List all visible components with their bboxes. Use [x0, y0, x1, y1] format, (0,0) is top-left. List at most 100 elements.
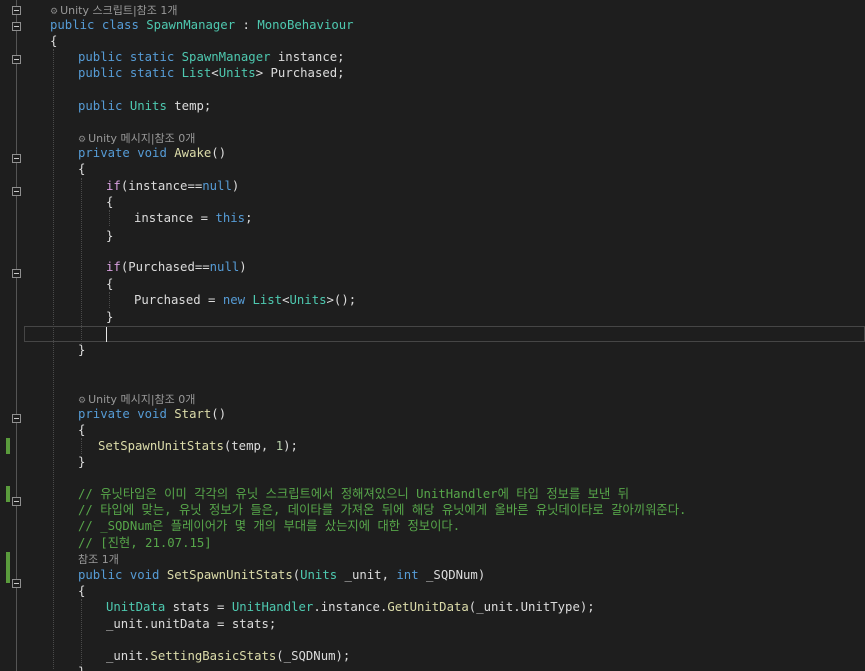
code-token: if: [106, 179, 121, 193]
code-token: (_SQDNum);: [276, 649, 351, 663]
collapse-toggle[interactable]: [12, 187, 21, 196]
code-token: Purchased =: [134, 293, 223, 307]
code-token: public: [78, 66, 123, 80]
indent-guide: [109, 210, 110, 226]
code-line: public class SpawnManager : MonoBehaviou…: [50, 17, 354, 33]
code-token: >();: [326, 293, 357, 307]
collapse-toggle[interactable]: [12, 22, 21, 31]
code-token: );: [283, 439, 298, 453]
code-line: public Units temp;: [78, 98, 211, 114]
code-line: {: [78, 583, 85, 599]
editor-gutter: [0, 0, 24, 671]
code-line: {: [50, 33, 57, 49]
code-line: {: [106, 276, 113, 292]
code-token: (: [292, 568, 301, 582]
code-token: }: [78, 455, 86, 469]
code-token: > Purchased;: [255, 66, 345, 80]
code-token: Units: [300, 568, 338, 582]
codelens-text: 참조 1개: [78, 553, 119, 566]
code-token: private: [78, 407, 130, 421]
code-line: SetSpawnUnitStats(temp, 1);: [98, 438, 298, 454]
code-token: }: [78, 343, 86, 357]
code-token: SpawnManager: [181, 50, 271, 64]
code-token: int: [396, 568, 419, 582]
code-token: }: [106, 229, 114, 243]
change-indicator: [6, 486, 10, 502]
code-token: _SQDNum): [418, 568, 486, 582]
unity-gear-icon: ⚙: [78, 396, 87, 406]
collapse-toggle[interactable]: [12, 414, 21, 423]
text-caret: [106, 327, 107, 342]
code-token: void: [137, 407, 167, 421]
code-line: }: [78, 664, 85, 671]
code-line: }: [78, 342, 85, 358]
code-token: public: [78, 568, 123, 582]
collapse-toggle[interactable]: [12, 154, 21, 163]
change-indicator: [6, 438, 10, 454]
collapse-toggle[interactable]: [12, 269, 21, 278]
codelens-text: Unity 메시지|참조 0개: [88, 132, 196, 145]
code-line: public static SpawnManager instance;: [78, 49, 345, 65]
code-token: new: [222, 293, 246, 307]
code-token: this: [215, 211, 246, 225]
code-line: private void Awake(): [78, 145, 226, 161]
code-token: void: [129, 568, 160, 582]
code-token: Units: [218, 66, 256, 80]
code-token: }: [106, 310, 114, 324]
code-token: {: [50, 34, 58, 48]
code-token: public: [78, 50, 123, 64]
unity-gear-icon: ⚙: [50, 7, 59, 17]
code-token: ): [231, 179, 240, 193]
code-token: UnitData: [106, 600, 166, 614]
code-line: Purchased = new List<Units>();: [134, 292, 356, 308]
code-line: {: [106, 194, 113, 210]
code-line: private void Start(): [78, 406, 226, 422]
code-token: (temp,: [223, 439, 276, 453]
code-line: // _SQDNum은 플레이어가 몇 개의 부대를 샀는지에 대한 정보이다.: [78, 518, 460, 534]
code-token: if: [106, 260, 121, 274]
code-token: <: [282, 293, 290, 307]
code-token: private: [78, 146, 130, 160]
code-token: List: [252, 293, 283, 307]
code-token: <: [211, 66, 219, 80]
indent-guide: [109, 292, 110, 308]
code-line: {: [78, 161, 85, 177]
code-token: UnitHandler: [231, 600, 314, 614]
code-token: ;: [245, 211, 253, 225]
code-line: }: [106, 309, 113, 325]
code-token: Units: [289, 293, 327, 307]
code-token: temp;: [166, 99, 212, 113]
code-token: _unit.unitData = stats;: [106, 617, 277, 631]
code-line: }: [78, 454, 85, 470]
code-token: {: [106, 277, 114, 291]
collapse-toggle[interactable]: [12, 497, 21, 506]
code-token: ): [239, 260, 247, 274]
code-token: void: [137, 146, 167, 160]
indent-guide: [81, 438, 82, 454]
code-token: SettingBasicStats: [150, 649, 277, 663]
collapse-toggle[interactable]: [12, 6, 21, 15]
code-token: GetUnitData: [387, 600, 469, 614]
code-token: (): [211, 407, 227, 421]
codelens-hint[interactable]: 참조 1개: [78, 552, 119, 568]
code-line: public static List<Units> Purchased;: [78, 65, 345, 81]
code-token: // [진현, 21.07.15]: [78, 536, 212, 550]
code-line: // 타입에 맞는, 유닛 정보가 들은, 데이타를 가져온 뒤에 해당 유닛에…: [78, 502, 686, 518]
code-token: SetSpawnUnitStats: [98, 439, 224, 453]
code-token: (_unit.UnitType);: [468, 600, 595, 614]
code-editor[interactable]: ⚙ Unity 스크립트|참조 1개 public class SpawnManag…: [0, 0, 865, 671]
code-token: (): [211, 146, 227, 160]
code-token: // _SQDNum은 플레이어가 몇 개의 부대를 샀는지에 대한 정보이다.: [78, 519, 461, 533]
code-token: Units: [129, 99, 167, 113]
collapse-toggle[interactable]: [12, 55, 21, 64]
change-indicator: [6, 552, 10, 583]
code-token: public: [50, 18, 95, 32]
code-token: Start: [174, 407, 212, 421]
collapse-toggle[interactable]: [12, 579, 21, 588]
indent-guide: [81, 599, 82, 669]
code-token: :: [235, 18, 258, 32]
current-line-highlight: [24, 326, 865, 342]
